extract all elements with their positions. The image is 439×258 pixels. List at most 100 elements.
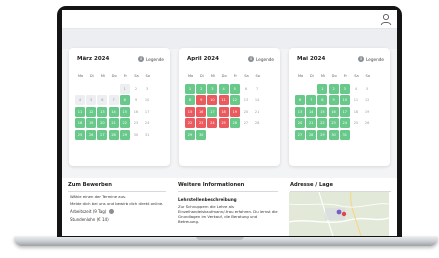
calendar-day-available[interactable]: 11 bbox=[75, 106, 85, 117]
calendar-day-available[interactable]: 22 bbox=[119, 118, 130, 129]
apply-section: Zum Bewerben Wähle einen der Termine aus… bbox=[62, 178, 172, 236]
calendar-day-available[interactable]: 14 bbox=[108, 106, 119, 117]
calendar-day-available[interactable]: 21 bbox=[306, 118, 317, 129]
calendar-day-available[interactable]: 10 bbox=[339, 95, 350, 106]
calendar-empty-cell bbox=[295, 84, 305, 94]
calendar-day-available[interactable]: 7 bbox=[306, 95, 317, 106]
calendar-day-available[interactable]: 1 bbox=[185, 83, 195, 94]
weekday-header: Mo bbox=[187, 74, 194, 78]
calendar-day-available[interactable]: 3 bbox=[339, 83, 350, 94]
extra-label: Stundenlohn (€ 14) bbox=[70, 217, 109, 222]
calendar-day: 16 bbox=[133, 109, 139, 114]
calendar-day-available[interactable]: 2 bbox=[328, 83, 339, 94]
weekday-header: So bbox=[145, 74, 150, 78]
calendar-day-available[interactable]: 30 bbox=[196, 129, 207, 140]
calendar-day-available[interactable]: 23 bbox=[328, 118, 339, 129]
calendar-day-available[interactable]: 8 bbox=[317, 95, 328, 106]
calendar-day-available[interactable]: 20 bbox=[295, 118, 305, 129]
calendar-day-available[interactable]: 3 bbox=[207, 83, 218, 94]
calendar-day-available[interactable]: 29 bbox=[119, 129, 130, 140]
calendar-day-available[interactable]: 13 bbox=[295, 106, 305, 117]
legend-button[interactable]: i Legende bbox=[358, 56, 384, 62]
calendar-day-available[interactable]: 18 bbox=[75, 118, 85, 129]
legend-button[interactable]: i Legende bbox=[138, 56, 164, 62]
calendar-day: 12 bbox=[364, 98, 370, 103]
calendar-day-available[interactable]: 25 bbox=[75, 129, 85, 140]
calendar-day-available[interactable]: 9 bbox=[328, 95, 339, 106]
calendar-day-booked: 11 bbox=[218, 95, 229, 106]
calendar-day-booked: 19 bbox=[229, 106, 240, 117]
calendar-day-available[interactable]: 4 bbox=[218, 83, 229, 94]
calendar-day-available[interactable]: 17 bbox=[207, 106, 218, 117]
calendar-day-booked: 24 bbox=[207, 118, 218, 129]
calendar-day-available[interactable]: 29 bbox=[185, 129, 195, 140]
calendar-day-available[interactable]: 24 bbox=[339, 118, 350, 129]
calendar-day-available[interactable]: 5 bbox=[229, 83, 240, 94]
weekday-header: Fr bbox=[123, 74, 127, 78]
map-pin-icon[interactable] bbox=[336, 209, 342, 215]
calendar-day-available[interactable]: 2 bbox=[196, 83, 207, 94]
map-pin-icon[interactable] bbox=[341, 211, 347, 217]
calendar-day-available[interactable]: 27 bbox=[295, 129, 305, 140]
calendar-day-available[interactable]: 1 bbox=[317, 83, 328, 94]
calendar-day: 9 bbox=[134, 98, 138, 103]
calendar-day-booked: 18 bbox=[218, 106, 229, 117]
weekday-header: Di bbox=[89, 74, 94, 78]
calendar-day-available[interactable]: 15 bbox=[119, 106, 130, 117]
info-icon[interactable] bbox=[109, 209, 115, 214]
calendar-day: 7 bbox=[108, 95, 119, 106]
weekday-header: Mo bbox=[77, 74, 84, 78]
calendar-day-available[interactable]: 30 bbox=[328, 129, 339, 140]
calendar-day-available[interactable]: 31 bbox=[339, 129, 350, 140]
info-title: Weitere Informationen bbox=[178, 182, 245, 188]
calendar-day-available[interactable]: 28 bbox=[306, 129, 317, 140]
calendar-empty-cell bbox=[306, 84, 316, 94]
calendar-day-available[interactable]: 8 bbox=[185, 95, 195, 106]
calendar-day-available[interactable]: 14 bbox=[306, 106, 317, 117]
calendar-day: 24 bbox=[144, 121, 150, 126]
user-icon[interactable] bbox=[379, 12, 393, 26]
apply-title: Zum Bewerben bbox=[68, 182, 112, 188]
calendar-day-available[interactable]: 22 bbox=[317, 118, 328, 129]
weekday-header: Mi bbox=[210, 74, 216, 78]
calendar-day-available[interactable]: 17 bbox=[339, 106, 350, 117]
weekday-header: So bbox=[255, 74, 260, 78]
calendar-day-available[interactable]: 28 bbox=[108, 129, 119, 140]
calendar-grid: Mo Di Mi Do Fr Sa So 1 2 3 4 5 6 7 8 9 10 11 12 13 14 15 16 17 1… bbox=[75, 72, 153, 142]
calendar-day: 18 bbox=[353, 109, 359, 114]
calendar-day-available[interactable]: 19 bbox=[86, 118, 97, 129]
calendar-day-booked: 15 bbox=[185, 106, 195, 117]
calendar-day: 19 bbox=[364, 109, 370, 114]
info-section: Weitere Informationen Lehrstellenbeschre… bbox=[172, 178, 284, 236]
calendar-day-available[interactable]: 12 bbox=[229, 95, 240, 106]
calendar-day-available[interactable]: 15 bbox=[317, 106, 328, 117]
calendar-empty-cell bbox=[97, 84, 107, 94]
calendar-empty-cell bbox=[207, 130, 217, 140]
calendar-day-available[interactable]: 20 bbox=[97, 118, 108, 129]
calendar-day-available[interactable]: 16 bbox=[328, 106, 339, 117]
calendar-day: 4 bbox=[75, 95, 85, 106]
calendar-day-available[interactable]: 29 bbox=[317, 129, 328, 140]
calendar-day-available[interactable]: 6 bbox=[295, 95, 305, 106]
calendar-day-available[interactable]: 8 bbox=[119, 95, 130, 106]
calendar-empty-cell bbox=[86, 84, 96, 94]
calendar-day-booked: 25 bbox=[218, 118, 229, 129]
calendar-day-booked: 16 bbox=[196, 106, 207, 117]
calendar-day-available[interactable]: 27 bbox=[97, 129, 108, 140]
calendar-grid: Mo Di Mi Do Fr Sa So 1 2 3 4 5 6 7 8 9 10 11 12 13 14 15 16 17 1… bbox=[185, 72, 263, 142]
calendar-day: 3 bbox=[146, 86, 149, 91]
info-icon: i bbox=[138, 56, 145, 62]
location-map[interactable] bbox=[289, 192, 389, 236]
calendar-day: 28 bbox=[254, 121, 260, 126]
legend-button[interactable]: i Legende bbox=[248, 56, 274, 62]
calendar-day: 11 bbox=[353, 98, 359, 103]
calendar-day: 5 bbox=[366, 86, 369, 91]
calendar-day-available[interactable]: 13 bbox=[97, 106, 108, 117]
calendar-day-available[interactable]: 21 bbox=[108, 118, 119, 129]
calendar-empty-cell bbox=[230, 130, 240, 140]
calendar-day: 31 bbox=[144, 132, 150, 137]
calendar-day-available[interactable]: 12 bbox=[86, 106, 97, 117]
calendar-day-available[interactable]: 26 bbox=[86, 129, 97, 140]
calendar-day-available[interactable]: 26 bbox=[229, 118, 240, 129]
calendar-day: 1 bbox=[119, 83, 130, 94]
